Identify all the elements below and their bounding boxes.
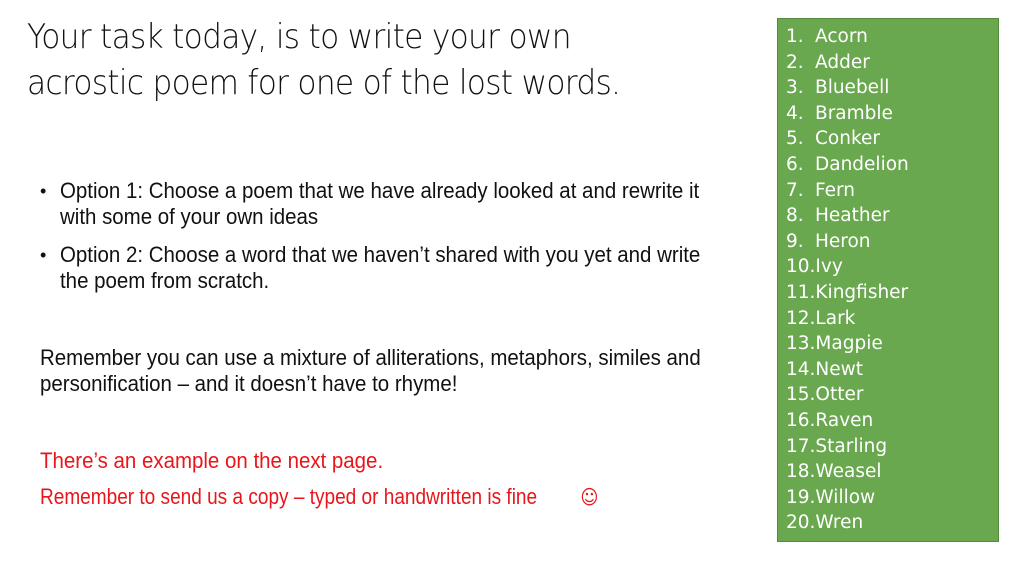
word-number: 8. — [786, 205, 804, 227]
word-list-item: 9. Heron — [786, 229, 998, 255]
word-label: Dandelion — [815, 153, 909, 175]
word-list-item: 10.Ivy — [786, 254, 998, 280]
word-number: 7. — [786, 179, 804, 201]
word-list-item: 3. Bluebell — [786, 75, 998, 101]
word-label: Fern — [815, 179, 856, 201]
option-item: • Option 1: Choose a poem that we have a… — [40, 178, 760, 230]
smiley-icon: ☺ — [580, 485, 599, 509]
word-number: 18. — [786, 461, 816, 483]
word-label: Acorn — [815, 26, 868, 47]
word-list-item: 12.Lark — [786, 306, 998, 332]
word-number: 15. — [786, 384, 816, 406]
word-label: Bluebell — [815, 77, 890, 99]
word-list-item: 6. Dandelion — [786, 152, 998, 178]
word-list-item: 2. Adder — [786, 50, 998, 76]
word-label: Heather — [815, 205, 890, 227]
word-label: Newt — [815, 358, 864, 380]
word-number: 16. — [786, 409, 816, 431]
word-label: Bramble — [815, 102, 893, 124]
word-number: 14. — [786, 358, 816, 380]
bullet-icon: • — [40, 245, 47, 265]
example-note: There’s an example on the next page. — [40, 448, 409, 474]
word-label: Magpie — [815, 333, 883, 355]
options-list: • Option 1: Choose a poem that we have a… — [40, 178, 760, 306]
word-label: Raven — [815, 409, 874, 431]
word-list-item: 16.Raven — [786, 408, 998, 434]
word-list-item: 13.Magpie — [786, 331, 998, 357]
word-label: Weasel — [815, 461, 882, 483]
option-text: Option 1: Choose a poem that we have alr… — [60, 178, 700, 229]
word-number: 9. — [786, 230, 804, 252]
word-number: 5. — [786, 128, 804, 150]
reminder-text: Remember you can use a mixture of allite… — [40, 345, 780, 397]
word-label: Heron — [815, 230, 871, 252]
word-list-item: 14.Newt — [786, 357, 998, 383]
bullet-icon: • — [40, 181, 47, 201]
word-number: 4. — [786, 102, 804, 124]
word-label: Kingfisher — [815, 281, 909, 303]
word-number: 19. — [786, 486, 816, 508]
word-list-item: 18.Weasel — [786, 459, 998, 485]
word-list-item: 20.Wren — [786, 510, 998, 536]
word-list-item: 7. Fern — [786, 178, 998, 204]
option-text: Option 2: Choose a word that we haven’t … — [60, 242, 701, 293]
word-label: Starling — [815, 435, 888, 457]
word-label: Adder — [815, 51, 870, 73]
word-label: Willow — [815, 486, 876, 508]
lost-words-box: 1. Acorn 2. Adder 3. Bluebell 4. Bramble 5. Conke… — [777, 18, 999, 542]
word-list-item: 17.Starling — [786, 434, 998, 460]
word-number: 17. — [786, 435, 816, 457]
example-note-text: There’s an example on the next page. — [40, 448, 384, 473]
word-number: 13. — [786, 333, 816, 355]
word-number: 1. — [786, 26, 804, 47]
word-list-item: 4. Bramble — [786, 101, 998, 127]
word-number: 12. — [786, 307, 816, 329]
word-number: 20. — [786, 512, 816, 534]
word-label: Lark — [815, 307, 856, 329]
send-note-text: Remember to send us a copy – typed or ha… — [40, 484, 538, 509]
word-number: 6. — [786, 153, 804, 175]
word-list-item: 8. Heather — [786, 203, 998, 229]
word-list-item: 19.Willow — [786, 485, 998, 511]
word-label: Ivy — [815, 256, 843, 278]
option-item: • Option 2: Choose a word that we haven’… — [40, 242, 760, 294]
word-number: 2. — [786, 51, 804, 73]
word-list-item: 15.Otter — [786, 382, 998, 408]
lost-words-list: 1. Acorn 2. Adder 3. Bluebell 4. Bramble 5. Conke… — [786, 24, 998, 536]
word-list-item: 1. Acorn — [786, 24, 998, 50]
task-title: Your task today, is to write your own ac… — [27, 17, 621, 103]
word-number: 11. — [786, 281, 816, 303]
word-number: 3. — [786, 77, 804, 99]
word-list-item: 5. Conker — [786, 126, 998, 152]
word-label: Wren — [815, 512, 864, 534]
send-note: Remember to send us a copy – typed or ha… — [40, 484, 642, 510]
reminder-text-content: Remember you can use a mixture of allite… — [40, 345, 701, 396]
word-list-item: 11.Kingfisher — [786, 280, 998, 306]
word-label: Conker — [815, 128, 881, 150]
word-number: 10. — [786, 256, 816, 278]
word-label: Otter — [815, 384, 864, 406]
